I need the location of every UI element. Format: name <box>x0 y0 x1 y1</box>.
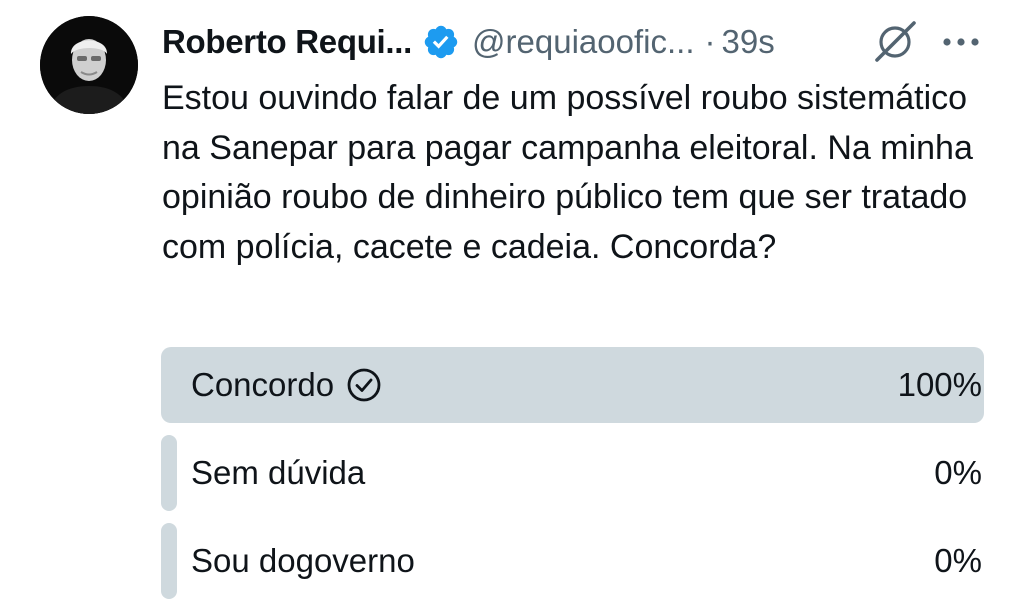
poll: Concordo 100% Sem dúvida 0% Sou dogovern… <box>161 347 984 611</box>
separator-dot: · <box>704 23 716 60</box>
author-handle[interactable]: @requiaooﬁc... <box>472 23 694 61</box>
avatar[interactable] <box>40 16 138 114</box>
poll-option-label: Concordo <box>191 366 335 403</box>
check-circle-icon <box>346 367 382 403</box>
poll-option-sou-dogoverno[interactable]: Sou dogoverno 0% <box>161 523 984 599</box>
timestamp[interactable]: 39s <box>722 23 775 61</box>
grok-icon[interactable] <box>870 16 920 66</box>
tweet-text: Estou ouvindo falar de um possível roubo… <box>162 79 973 266</box>
author-name[interactable]: Roberto Requi... <box>162 23 412 61</box>
verified-badge-icon[interactable] <box>422 23 460 61</box>
poll-option-label: Sem dúvida <box>191 454 366 491</box>
poll-option-percent: 0% <box>934 454 982 491</box>
poll-option-label: Sou dogoverno <box>191 542 415 579</box>
poll-option-concordo[interactable]: Concordo 100% <box>161 347 984 423</box>
poll-option-bar <box>161 435 177 511</box>
poll-option-sem-duvida[interactable]: Sem dúvida 0% <box>161 435 984 511</box>
tweet: Roberto Requi... @requiaooﬁc... · 39s Es… <box>0 0 1024 602</box>
more-options-icon[interactable] <box>936 22 986 58</box>
poll-option-percent: 100% <box>897 366 982 403</box>
poll-option-bar <box>161 523 177 599</box>
poll-option-percent: 0% <box>934 542 982 579</box>
